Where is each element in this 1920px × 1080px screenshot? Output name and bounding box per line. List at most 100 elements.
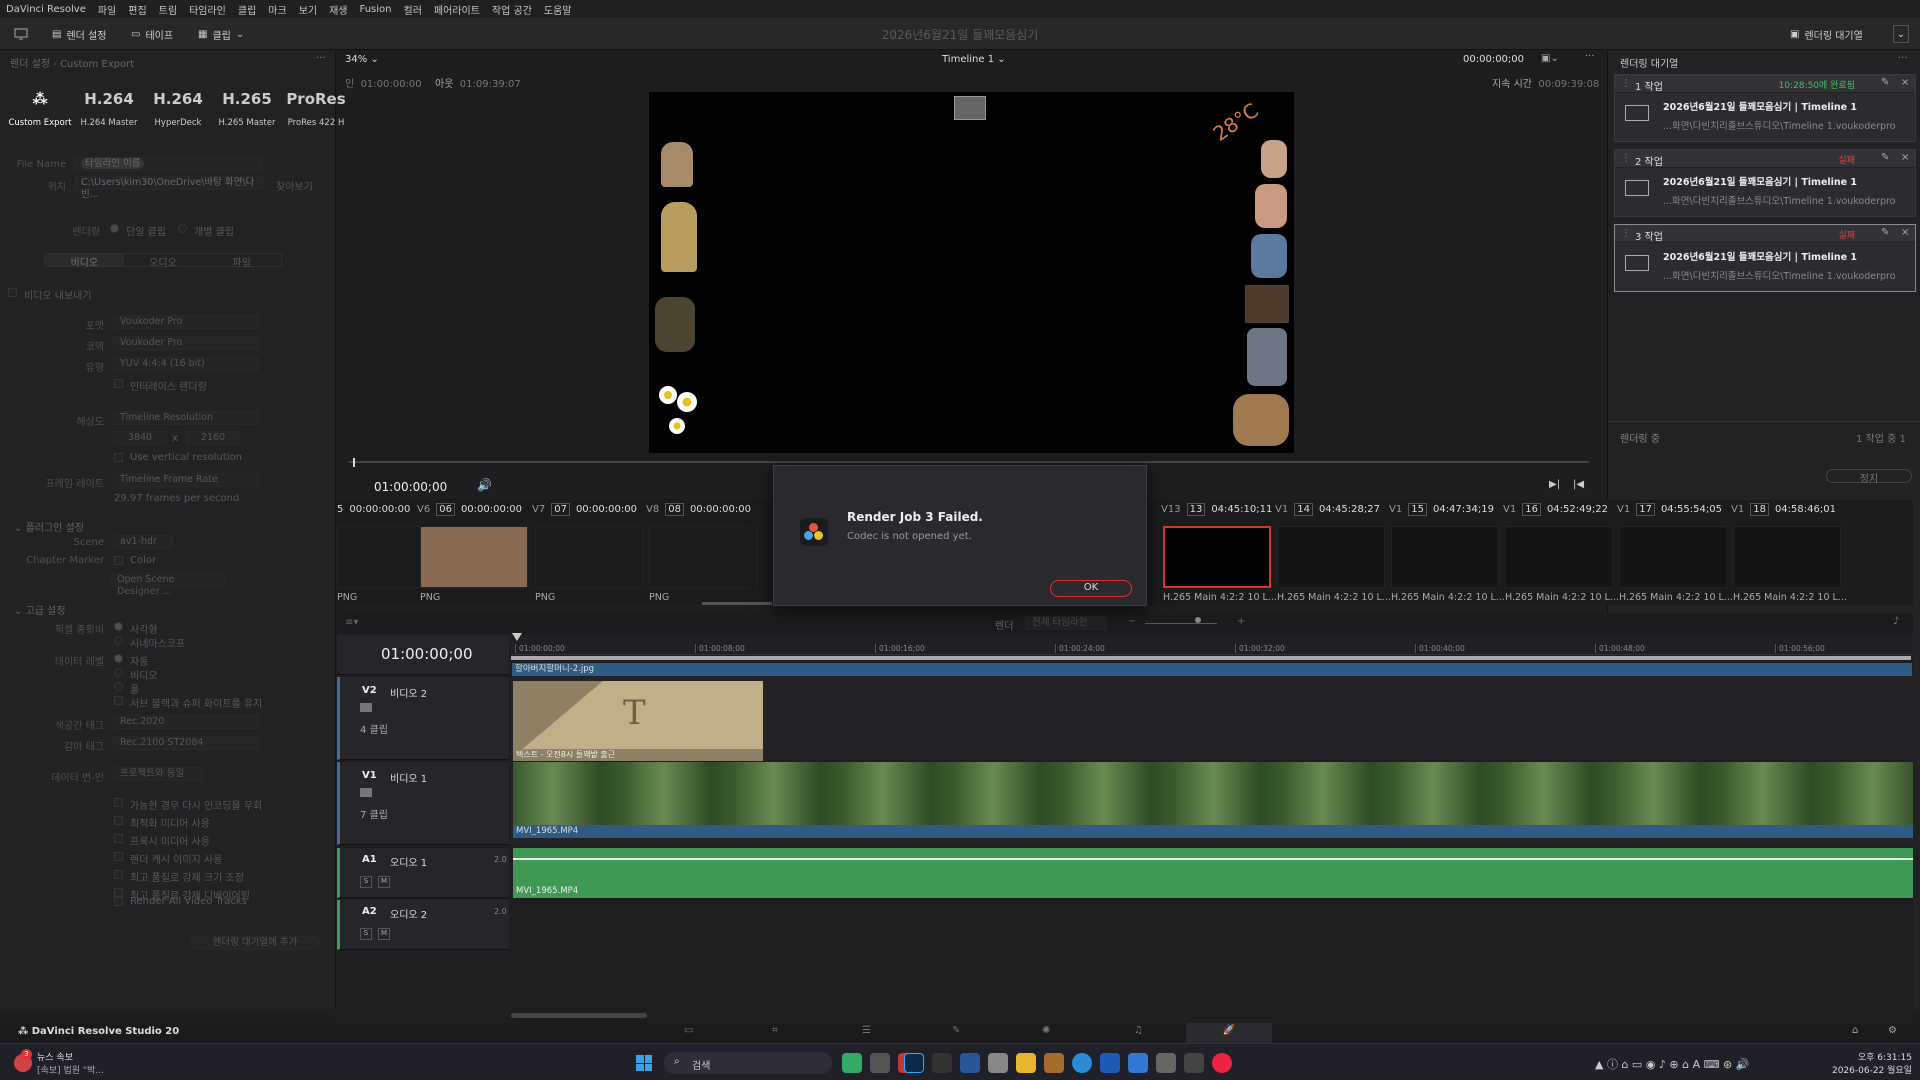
mail-icon[interactable]: [1128, 1053, 1148, 1073]
alien-app-icon[interactable]: [1184, 1053, 1204, 1073]
menu-item[interactable]: 타임라인: [183, 2, 232, 17]
advanced-header[interactable]: ⌄ 고급 설정: [14, 602, 66, 617]
edge-icon[interactable]: [1072, 1053, 1092, 1073]
codec-select[interactable]: Voukoder Pro: [113, 336, 259, 350]
menu-item[interactable]: 편집: [122, 2, 152, 17]
audio-meter-icon[interactable]: ♪: [1893, 616, 1899, 627]
chrome-icon[interactable]: [1212, 1053, 1232, 1073]
close-icon[interactable]: ×: [1901, 152, 1909, 163]
drag-handle-icon[interactable]: ⋮: [1621, 78, 1631, 89]
viewer-options-icon[interactable]: ▣⌄: [1541, 53, 1559, 64]
scrubber-bar[interactable]: [349, 461, 1589, 463]
menu-item[interactable]: 페어라이트: [428, 2, 486, 17]
clip-thumbnail[interactable]: [1733, 526, 1841, 588]
solo-button[interactable]: S: [360, 876, 372, 888]
width-field[interactable]: 3840: [113, 431, 167, 445]
news-title[interactable]: 뉴스 속보: [37, 1050, 73, 1063]
more-options-icon[interactable]: ···: [1898, 53, 1908, 64]
vscode-icon[interactable]: [960, 1053, 980, 1073]
timeline-selector[interactable]: Timeline 1 ⌄: [942, 54, 1006, 65]
chapter-checkbox[interactable]: [114, 556, 123, 565]
render-job[interactable]: ⋮ 1 작업 10:28:50에 완료됨 ✎ × 2026년6월21일 들꽤모음…: [1614, 74, 1916, 142]
clip-thumbnail[interactable]: [535, 526, 643, 588]
widget-icon[interactable]: [842, 1053, 862, 1073]
more-options-icon[interactable]: ···: [316, 53, 326, 64]
color-page-icon[interactable]: ✺: [1042, 1025, 1050, 1036]
clock-date[interactable]: 2026-06-22 월요일: [1800, 1063, 1912, 1076]
ruler[interactable]: 01:00:00;00 01:00:08;00 01:00:16;00 01:00:2…: [511, 635, 1913, 655]
windows-start-icon[interactable]: [636, 1055, 652, 1071]
menu-item[interactable]: 마크: [262, 2, 292, 17]
file-name-field[interactable]: 타임라인 이름: [74, 157, 262, 171]
menu-item[interactable]: 작업 공간: [486, 2, 538, 17]
video-clip-thumbnails[interactable]: [513, 762, 1913, 825]
burnin-select[interactable]: 프로젝트와 동일: [113, 767, 203, 781]
app-icon[interactable]: [1044, 1053, 1064, 1073]
framerate-select[interactable]: Timeline Frame Rate: [113, 473, 259, 487]
audio-app-icon[interactable]: [932, 1053, 952, 1073]
option-checkbox[interactable]: [114, 852, 123, 861]
location-field[interactable]: C:\Users\kim30\OneDrive\바탕 화면\다빈...: [74, 176, 264, 200]
gamma-tag-select[interactable]: Rec.2100 ST2084: [113, 736, 259, 750]
option-checkbox[interactable]: [114, 888, 123, 897]
close-icon[interactable]: ×: [1901, 77, 1909, 88]
tab-video[interactable]: 비디오: [45, 254, 124, 269]
text-clip[interactable]: T 텍스트 - 오전8시 들꽤밭 출근: [513, 681, 763, 761]
format-select[interactable]: Voukoder Pro: [113, 315, 259, 329]
clock-time[interactable]: 오후 6:31:15: [1828, 1050, 1912, 1063]
mute-button[interactable]: M: [378, 876, 390, 888]
add-to-queue-button[interactable]: 렌더링 대기열에 추가: [190, 936, 320, 950]
mute-button[interactable]: M: [378, 928, 390, 940]
retain-checkbox[interactable]: [114, 696, 123, 705]
news-subtitle[interactable]: [속보] 법원 "박...: [37, 1063, 104, 1076]
clip-thumbnail[interactable]: [1505, 526, 1613, 588]
store-icon[interactable]: [1100, 1053, 1120, 1073]
export-video-checkbox[interactable]: [8, 288, 17, 297]
top-track-clip[interactable]: 할아버지할머니-2.jpg: [512, 663, 1912, 676]
single-clip-radio[interactable]: [110, 224, 119, 233]
video-clip-label[interactable]: MVI_1965.MP4: [513, 825, 1913, 838]
preset-4[interactable]: ProRes ProRes 422 H: [282, 90, 350, 140]
edit-icon[interactable]: ✎: [1881, 77, 1889, 88]
tab-file[interactable]: 파일: [202, 254, 281, 269]
clip-thumbnail[interactable]: [420, 526, 528, 588]
render-range-select[interactable]: 전체 타임라인: [1025, 616, 1107, 630]
preset-1[interactable]: H.264 H.264 Master: [75, 90, 143, 140]
zoom-select[interactable]: 34% ⌄: [345, 54, 379, 65]
timeline-playhead[interactable]: [512, 633, 522, 641]
stop-button[interactable]: 정지: [1826, 469, 1912, 485]
app-menu[interactable]: DaVinci Resolve: [0, 4, 92, 15]
search-box[interactable]: ⌕ 검색: [664, 1052, 832, 1074]
drag-handle-icon[interactable]: ⋮: [1621, 228, 1631, 239]
last-frame-icon[interactable]: |◀: [1573, 479, 1584, 490]
menu-item[interactable]: 보기: [293, 2, 323, 17]
clip-thumbnail[interactable]: [1619, 526, 1727, 588]
height-field[interactable]: 2160: [186, 431, 240, 445]
plugin-header[interactable]: ⌄ 플러그인 설정: [14, 519, 84, 534]
edit-icon[interactable]: ✎: [1881, 152, 1889, 163]
render-job[interactable]: ⋮ 3 작업 실패 ✎ × 2026년6월21일 들꽤모음심기 | Timeli…: [1614, 224, 1916, 292]
option-checkbox[interactable]: [114, 798, 123, 807]
color-tag-select[interactable]: Rec.2020: [113, 715, 259, 729]
drag-handle-icon[interactable]: ⋮: [1621, 153, 1631, 164]
pixel-square-radio[interactable]: [114, 622, 123, 631]
interlace-checkbox[interactable]: [114, 379, 123, 388]
zoom-out-icon[interactable]: −: [1128, 616, 1136, 627]
calculator-icon[interactable]: [1156, 1053, 1176, 1073]
menu-item[interactable]: 트림: [153, 2, 183, 17]
menu-item[interactable]: 컬러: [398, 2, 428, 17]
render-all-checkbox[interactable]: [114, 897, 123, 906]
playhead[interactable]: [353, 458, 355, 467]
edit-icon[interactable]: ✎: [1881, 227, 1889, 238]
option-checkbox[interactable]: [114, 834, 123, 843]
render-queue-button[interactable]: ▣ 렌더링 대기열: [1790, 25, 1863, 43]
pixel-cinemascope-radio[interactable]: [114, 636, 123, 645]
clip-thumbnail[interactable]: [649, 526, 757, 588]
home-icon[interactable]: ⌂: [1852, 1025, 1858, 1036]
fusion-page-icon[interactable]: ✎: [952, 1025, 960, 1036]
clip-strip-scrollbar[interactable]: [702, 602, 772, 605]
menu-item[interactable]: 도움말: [538, 2, 578, 17]
zoom-slider[interactable]: [1145, 623, 1217, 624]
menu-item[interactable]: 파일: [92, 2, 122, 17]
option-checkbox[interactable]: [114, 870, 123, 879]
